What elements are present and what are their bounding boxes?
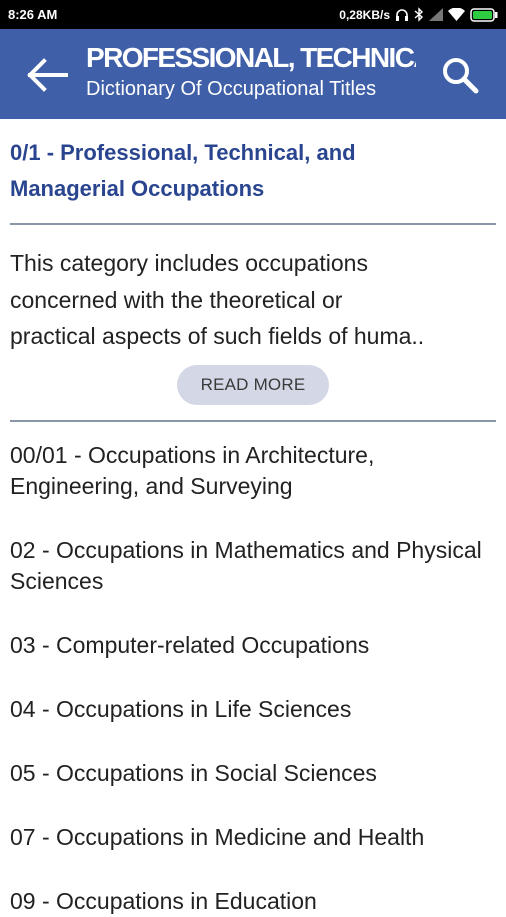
arrow-left-icon[interactable] bbox=[26, 57, 70, 93]
description-line: practical aspects of such fields of huma… bbox=[10, 323, 425, 349]
network-speed: 0,28KB/s bbox=[339, 7, 390, 22]
list-item[interactable]: 04 - Occupations in Life Sciences bbox=[10, 694, 496, 725]
list-item[interactable]: 05 - Occupations in Social Sciences bbox=[10, 758, 496, 789]
list-item[interactable]: 09 - Occupations in Education bbox=[10, 886, 496, 917]
app-bar-titles: PROFESSIONAL, TECHNICAL Dictionary Of Oc… bbox=[86, 41, 416, 102]
divider bbox=[10, 223, 496, 225]
category-heading: 0/1 - Professional, Technical, and Manag… bbox=[10, 140, 356, 201]
page-subtitle: Dictionary Of Occupational Titles bbox=[86, 78, 377, 100]
divider bbox=[10, 419, 496, 422]
bluetooth-icon bbox=[414, 7, 424, 22]
list-item[interactable]: 00/01 - Occupations in Architecture, Eng… bbox=[10, 440, 496, 502]
main-content: 0/1 - Professional, Technical, and Manag… bbox=[0, 135, 506, 917]
signal-icon bbox=[429, 8, 443, 21]
occupation-list: 00/01 - Occupations in Architecture, Eng… bbox=[10, 440, 496, 917]
app-bar: PROFESSIONAL, TECHNICAL Dictionary Of Oc… bbox=[0, 29, 506, 119]
list-item[interactable]: 03 - Computer-related Occupations bbox=[10, 630, 496, 661]
list-item[interactable]: 07 - Occupations in Medicine and Health bbox=[10, 822, 496, 853]
status-time: 8:26 AM bbox=[8, 7, 58, 22]
page-title: PROFESSIONAL, TECHNICAL bbox=[86, 42, 416, 73]
headset-icon bbox=[396, 8, 408, 21]
list-item[interactable]: 02 - Occupations in Mathematics and Phys… bbox=[10, 535, 496, 597]
wifi-icon bbox=[448, 8, 465, 21]
read-more-button[interactable]: READ MORE bbox=[176, 364, 330, 405]
read-more-container: READ MORE bbox=[10, 364, 496, 405]
description-line: concerned with the theoretical or bbox=[10, 286, 343, 313]
battery-icon bbox=[470, 7, 498, 22]
status-bar: 8:26 AM 0,28KB/s bbox=[0, 0, 506, 29]
status-icons: 0,28KB/s bbox=[339, 7, 498, 22]
category-description: This category includes occupations conce… bbox=[10, 245, 496, 355]
description-line: This category includes occupations bbox=[10, 250, 368, 276]
search-icon[interactable] bbox=[440, 55, 480, 95]
